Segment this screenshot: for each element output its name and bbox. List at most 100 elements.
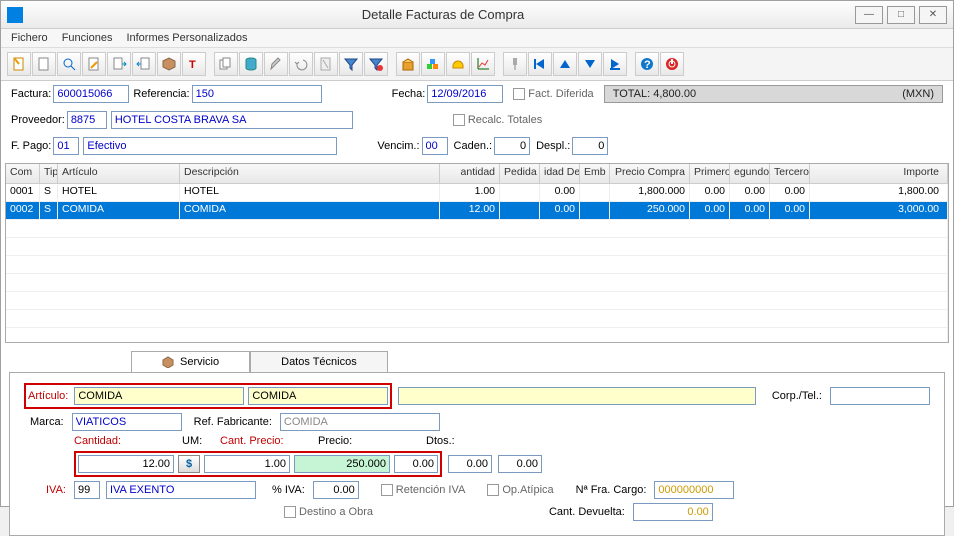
- grid-row-empty[interactable]: [6, 220, 948, 238]
- articulo-desc-input[interactable]: [248, 387, 388, 405]
- caden-input[interactable]: [494, 137, 530, 155]
- precio-label: Precio:: [318, 435, 418, 447]
- factura-input[interactable]: [53, 85, 129, 103]
- articulo-ext-input[interactable]: [398, 387, 756, 405]
- minimize-button[interactable]: —: [855, 6, 883, 24]
- corp-label: Corp./Tel.:: [772, 390, 822, 402]
- cant-dev-input[interactable]: [633, 503, 713, 521]
- precio-input[interactable]: [294, 455, 390, 473]
- dtos-label: Dtos.:: [426, 435, 455, 447]
- grid-row[interactable]: 0002S COMIDACOMIDA 12.00 0.00 250.0000.0…: [6, 202, 948, 220]
- duplicate-icon[interactable]: [214, 52, 238, 76]
- um-button[interactable]: $: [178, 455, 200, 473]
- cantidad-label: Cantidad:: [74, 435, 174, 447]
- tab-servicio[interactable]: Servicio: [131, 351, 250, 372]
- marca-input[interactable]: [72, 413, 182, 431]
- chart-icon[interactable]: [471, 52, 495, 76]
- grid-row-empty[interactable]: [6, 238, 948, 256]
- referencia-label: Referencia:: [133, 88, 189, 100]
- iva-cod-input[interactable]: [74, 481, 100, 499]
- next-icon[interactable]: [578, 52, 602, 76]
- brush-icon[interactable]: [264, 52, 288, 76]
- pin-icon[interactable]: [503, 52, 527, 76]
- box-open-icon[interactable]: [396, 52, 420, 76]
- new-icon[interactable]: [7, 52, 31, 76]
- dto2-input[interactable]: [448, 455, 492, 473]
- first-icon[interactable]: [528, 52, 552, 76]
- filter-off-icon[interactable]: [364, 52, 388, 76]
- proveedor-cod-input[interactable]: [67, 111, 107, 129]
- detail-panel: Artículo: Corp./Tel.: Marca: Ref. Fabric…: [9, 372, 945, 536]
- cantprecio-input[interactable]: [204, 455, 290, 473]
- tab-datos-tecnicos[interactable]: Datos Técnicos: [250, 351, 388, 372]
- main-window: Detalle Facturas de Compra — □ ✕ Fichero…: [0, 0, 954, 507]
- delete-icon[interactable]: [314, 52, 338, 76]
- copy-out-icon[interactable]: [107, 52, 131, 76]
- database-icon[interactable]: [239, 52, 263, 76]
- grid-row-empty[interactable]: [6, 328, 948, 343]
- maximize-button[interactable]: □: [887, 6, 915, 24]
- prev-icon[interactable]: [553, 52, 577, 76]
- power-icon[interactable]: [660, 52, 684, 76]
- despl-input[interactable]: [572, 137, 608, 155]
- fact-diferida-check[interactable]: Fact. Diferida: [513, 88, 593, 100]
- menu-funciones[interactable]: Funciones: [62, 32, 113, 44]
- marca-label: Marca:: [30, 416, 64, 428]
- close-button[interactable]: ✕: [919, 6, 947, 24]
- undo-icon[interactable]: [289, 52, 313, 76]
- opatipica-check[interactable]: Op.Atípica: [487, 484, 553, 496]
- recalc-check[interactable]: Recalc. Totales: [453, 114, 542, 126]
- retencion-check[interactable]: Retención IVA: [381, 484, 466, 496]
- factura-label: Factura:: [11, 88, 51, 100]
- cantidad-input[interactable]: [78, 455, 174, 473]
- proveedor-nom-input[interactable]: [111, 111, 353, 129]
- last-icon[interactable]: [603, 52, 627, 76]
- total-display: TOTAL: 4,800.00 (MXN): [604, 85, 943, 103]
- dto3-input[interactable]: [498, 455, 542, 473]
- articulo-label: Artículo:: [28, 390, 68, 402]
- vencim-label: Vencim.:: [377, 140, 419, 152]
- nfra-input[interactable]: [654, 481, 734, 499]
- help-icon[interactable]: ?: [635, 52, 659, 76]
- reffab-label: Ref. Fabricante:: [194, 416, 272, 428]
- filter-icon[interactable]: [339, 52, 363, 76]
- svg-text:T: T: [189, 59, 196, 71]
- grid-row-empty[interactable]: [6, 274, 948, 292]
- cant-dev-label: Cant. Devuelta:: [549, 506, 625, 518]
- dto1-input[interactable]: [394, 455, 438, 473]
- articulo-cod-input[interactable]: [74, 387, 244, 405]
- search-icon[interactable]: [57, 52, 81, 76]
- detail-tabs: Servicio Datos Técnicos: [131, 351, 945, 372]
- grid-header: Com Tip Artículo Descripción antidad Ped…: [6, 164, 948, 184]
- helmet-icon[interactable]: [446, 52, 470, 76]
- cubes-icon[interactable]: [421, 52, 445, 76]
- cantprecio-label: Cant. Precio:: [220, 435, 310, 447]
- iva-label: IVA:: [46, 484, 66, 496]
- line-grid[interactable]: Com Tip Artículo Descripción antidad Ped…: [5, 163, 949, 343]
- fpago-cod-input[interactable]: [53, 137, 79, 155]
- menu-informes[interactable]: Informes Personalizados: [126, 32, 247, 44]
- toolbar: T ?: [1, 48, 953, 81]
- pct-iva-input[interactable]: [313, 481, 359, 499]
- destino-check[interactable]: Destino a Obra: [284, 506, 373, 518]
- package-icon: [162, 356, 174, 368]
- fecha-input[interactable]: [427, 85, 503, 103]
- iva-nom-input[interactable]: [106, 481, 256, 499]
- grid-row-empty[interactable]: [6, 292, 948, 310]
- referencia-input[interactable]: [192, 85, 322, 103]
- text-icon[interactable]: T: [182, 52, 206, 76]
- menu-fichero[interactable]: Fichero: [11, 32, 48, 44]
- fpago-label: F. Pago:: [11, 140, 51, 152]
- edit-icon[interactable]: [82, 52, 106, 76]
- um-label: UM:: [182, 435, 212, 447]
- blank-icon[interactable]: [32, 52, 56, 76]
- grid-row-empty[interactable]: [6, 256, 948, 274]
- corp-input[interactable]: [830, 387, 930, 405]
- copy-in-icon[interactable]: [132, 52, 156, 76]
- grid-row[interactable]: 0001S HOTELHOTEL 1.00 0.00 1,800.0000.00…: [6, 184, 948, 202]
- reffab-input[interactable]: [280, 413, 440, 431]
- vencim-input[interactable]: [422, 137, 448, 155]
- fpago-nom-input[interactable]: [83, 137, 337, 155]
- grid-row-empty[interactable]: [6, 310, 948, 328]
- package-icon[interactable]: [157, 52, 181, 76]
